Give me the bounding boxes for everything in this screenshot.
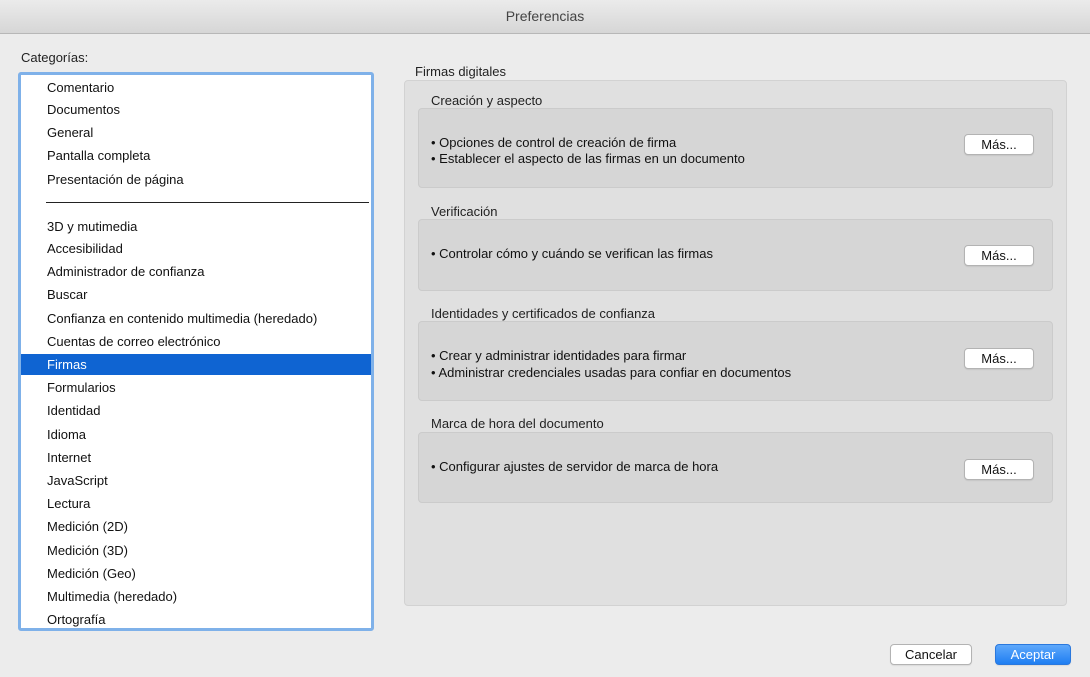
category-item-pantalla-completa[interactable]: Pantalla completa [21, 145, 371, 166]
category-item-firmas[interactable]: Firmas [21, 354, 371, 375]
more-button-identidades-certificados[interactable]: Más... [964, 348, 1034, 369]
cancel-button[interactable]: Cancelar [890, 644, 972, 665]
bullet-text: • Configurar ajustes de servidor de marc… [431, 459, 719, 474]
category-item-cuentas-correo[interactable]: Cuentas de correo electrónico [21, 331, 371, 352]
categories-label: Categorías: [21, 50, 89, 65]
more-button-verificacion[interactable]: Más... [964, 245, 1034, 266]
window-title: Preferencias [0, 0, 1090, 34]
category-item-administrador-confianza[interactable]: Administrador de confianza [21, 261, 371, 282]
group-title-creacion-aspecto: Creación y aspecto [431, 93, 543, 108]
accept-button[interactable]: Aceptar [995, 644, 1071, 665]
category-item-comentario[interactable]: Comentario [21, 77, 371, 98]
category-item-documentos[interactable]: Documentos [21, 99, 371, 120]
category-item-medicion-geo[interactable]: Medición (Geo) [21, 563, 371, 584]
preferences-window: Preferencias Categorías: Comentario Docu… [0, 0, 1090, 677]
category-item-general[interactable]: General [21, 122, 371, 143]
category-item-3d-multimedia[interactable]: 3D y mutimedia [21, 216, 371, 237]
bullet-text: • Administrar credenciales usadas para c… [431, 365, 792, 380]
bullet-text: • Controlar cómo y cuándo se verifican l… [431, 246, 713, 261]
category-separator [46, 202, 369, 203]
more-button-marca-hora[interactable]: Más... [964, 459, 1034, 480]
bullet-text: • Opciones de control de creación de fir… [431, 135, 677, 150]
bullet-text: • Crear y administrar identidades para f… [431, 348, 687, 363]
category-item-medicion-2d[interactable]: Medición (2D) [21, 516, 371, 537]
section-title: Firmas digitales [415, 64, 507, 79]
group-title-identidades-certificados: Identidades y certificados de confianza [431, 306, 656, 321]
bullet-text: • Establecer el aspecto de las firmas en… [431, 151, 745, 166]
category-item-buscar[interactable]: Buscar [21, 284, 371, 305]
category-item-multimedia-heredado[interactable]: Multimedia (heredado) [21, 586, 371, 607]
group-title-marca-hora: Marca de hora del documento [431, 416, 604, 431]
group-title-verificacion: Verificación [431, 204, 498, 219]
category-item-lectura[interactable]: Lectura [21, 493, 371, 514]
category-item-javascript[interactable]: JavaScript [21, 470, 371, 491]
category-item-presentacion-pagina[interactable]: Presentación de página [21, 169, 371, 190]
category-item-ortografia[interactable]: Ortografía [21, 609, 371, 628]
category-item-accesibilidad[interactable]: Accesibilidad [21, 238, 371, 259]
category-item-identidad[interactable]: Identidad [21, 400, 371, 421]
category-item-idioma[interactable]: Idioma [21, 424, 371, 445]
category-item-internet[interactable]: Internet [21, 447, 371, 468]
more-button-creacion-aspecto[interactable]: Más... [964, 134, 1034, 155]
category-item-formularios[interactable]: Formularios [21, 377, 371, 398]
categories-list[interactable]: Comentario Documentos General Pantalla c… [18, 72, 374, 631]
category-item-medicion-3d[interactable]: Medición (3D) [21, 540, 371, 561]
category-item-confianza-multimedia[interactable]: Confianza en contenido multimedia (hered… [21, 308, 371, 329]
